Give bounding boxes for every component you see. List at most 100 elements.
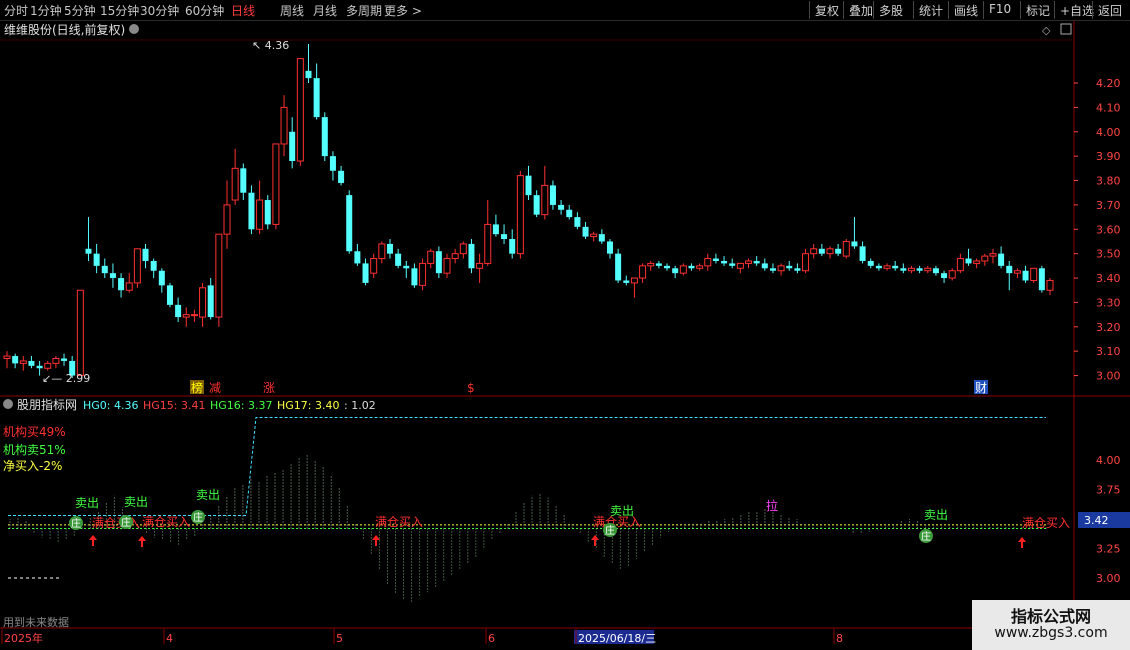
date-label-2: 5 (336, 632, 343, 645)
candle-body (3, 355, 11, 359)
candle-body (427, 250, 435, 264)
period-tab-0[interactable]: 分时 (4, 2, 28, 19)
watermark-url: www.zbgs3.com (994, 625, 1108, 641)
period-tab-3[interactable]: 15分钟 (100, 2, 139, 19)
candle-body (190, 314, 198, 317)
candle-body (802, 253, 810, 272)
toolbar-button-4[interactable]: 画线 (948, 1, 983, 19)
candle-body (468, 243, 475, 269)
candle-body (199, 287, 207, 318)
candle-body (615, 253, 622, 281)
candle-body (745, 260, 753, 264)
high-label: ↖ 4.36 (252, 39, 289, 52)
watermark: 指标公式网 www.zbgs3.com (972, 600, 1130, 650)
candle-body (109, 273, 116, 279)
period-tab-10[interactable]: 更多 > (384, 2, 422, 19)
candle-body (142, 248, 149, 261)
candle-body (501, 234, 508, 240)
period-tab-4[interactable]: 30分钟 (140, 2, 179, 19)
candle-body (93, 253, 100, 266)
candle-body (907, 267, 915, 272)
toolbar-button-6[interactable]: 标记 (1020, 1, 1055, 19)
candle-body (932, 268, 939, 274)
candle-body (459, 243, 467, 255)
period-tab-8[interactable]: 月线 (313, 2, 337, 19)
candle-body (574, 217, 581, 227)
candle-body (44, 362, 52, 369)
candle-body (296, 58, 304, 162)
indicator-value-3: HG17: 3.40 (277, 399, 340, 412)
period-tab-9[interactable]: 多周期 (346, 2, 382, 19)
zhuang-label-0: 庄 (71, 517, 81, 530)
toolbar-button-5[interactable]: F10 (983, 1, 1016, 19)
candle-body (1022, 270, 1029, 281)
candle-body (566, 209, 573, 218)
indicator-tick-label: 3.00 (1096, 572, 1121, 585)
candle-body (76, 289, 84, 377)
toolbar-button-2[interactable]: 多股 (873, 1, 908, 19)
candle-body (329, 156, 336, 171)
indicator-value-2: HG16: 3.37 (210, 399, 273, 412)
toolbar-button-8[interactable]: 返回 (1092, 1, 1127, 19)
candle-body (166, 285, 173, 305)
candle-body (1046, 279, 1054, 291)
buy-arrow-icon (89, 535, 97, 546)
legend-inst-buy: 机构买49% (3, 424, 66, 439)
zhuang-label-4: 庄 (921, 530, 931, 543)
candle-body (101, 265, 108, 274)
price-tick-label: 3.60 (1096, 223, 1121, 236)
candle-body (965, 258, 972, 264)
chart-area[interactable]: 维维股份(日线,前复权) ◇ 4.20 4.10 4.00 3.90 3.80 3.70 3.6… (0, 21, 1130, 650)
price-tick-label: 3.20 (1096, 321, 1121, 334)
legend-net-buy: 净买入-2% (3, 459, 62, 473)
candle-body (19, 360, 27, 364)
candle-body (125, 282, 133, 291)
candle-body (810, 248, 818, 255)
title-dropdown-icon (129, 24, 139, 34)
candle-body (411, 268, 418, 286)
candle-body (386, 243, 393, 254)
candle-body (52, 357, 60, 364)
candle-body (704, 258, 712, 267)
candle-body (736, 262, 744, 269)
candle-body (1030, 267, 1038, 281)
candle-body (786, 265, 793, 269)
candle-body (338, 170, 345, 183)
candle-body (118, 278, 125, 291)
candle-body (492, 224, 499, 235)
event-marker-0: 榜 (191, 380, 203, 395)
indicator-value-4: : 1.02 (344, 399, 376, 412)
candle-body (794, 268, 801, 271)
candle-body (630, 277, 638, 284)
main-title: 维维股份(日线,前复权) (4, 22, 125, 37)
candle-body (280, 106, 288, 145)
price-tick-label: 3.50 (1096, 248, 1121, 261)
period-tab-1[interactable]: 1分钟 (30, 2, 62, 19)
candle-body (313, 78, 320, 118)
sell-label-0: 卖出 (75, 496, 99, 510)
candle-body (761, 263, 768, 269)
buy-arrow-icon (138, 536, 146, 547)
candle-body (867, 260, 874, 266)
legend-inst-sell: 机构卖51% (3, 442, 66, 457)
candle-body (956, 258, 964, 272)
period-tab-2[interactable]: 5分钟 (64, 2, 96, 19)
candle-body (516, 175, 524, 255)
panel-toggle-icon (1060, 23, 1072, 35)
event-marker-1: 减 (209, 381, 221, 395)
period-tab-7[interactable]: 周线 (280, 2, 304, 19)
period-tab-5[interactable]: 60分钟 (185, 2, 224, 19)
low-label: ↙— 2.99 (42, 372, 90, 385)
toolbar-button-0[interactable]: 复权 (809, 1, 844, 19)
watermark-title: 指标公式网 (1010, 607, 1091, 626)
sell-label-1: 卖出 (124, 495, 148, 509)
candle-body (712, 258, 719, 261)
candle-body (175, 304, 182, 318)
toolbar-button-3[interactable]: 统计 (913, 1, 948, 19)
indicator-dropdown-icon (3, 399, 13, 409)
date-label-5: 8 (836, 632, 843, 645)
price-tick-label: 4.00 (1096, 126, 1121, 139)
period-tab-6[interactable]: 日线 (231, 2, 255, 19)
candle-body (435, 251, 442, 274)
full-buy-label-3: 满仓买入 (593, 515, 641, 529)
